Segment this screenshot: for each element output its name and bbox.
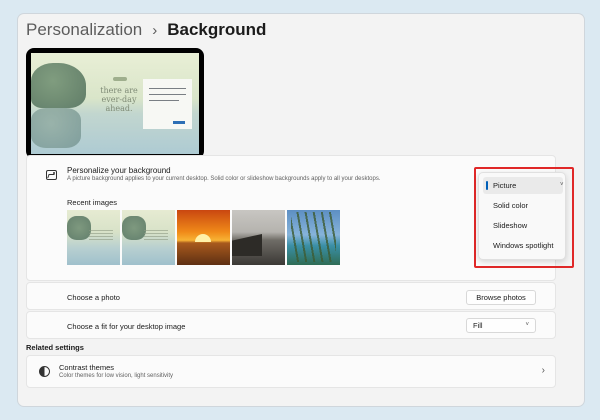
contrast-themes-description: Color themes for low vision, light sensi… [59, 373, 174, 379]
chevron-right-icon: › [541, 365, 545, 376]
fit-value: Fill [473, 321, 483, 330]
breadcrumb-separator: › [152, 21, 158, 39]
breadcrumb-personalization[interactable]: Personalization [26, 20, 142, 40]
preview-app-window [143, 79, 192, 129]
recent-images-list [67, 210, 340, 265]
preview-wallpaper-text: there are ever-day ahead. [100, 86, 138, 113]
settings-window: Personalization › Background there are e… [18, 14, 584, 406]
preview-line [149, 88, 186, 89]
preview-line [149, 94, 186, 95]
menu-item-label: Slideshow [493, 221, 528, 230]
preview-pill [113, 77, 127, 81]
menu-item-picture[interactable]: Picture [483, 177, 563, 194]
menu-item-windows-spotlight[interactable]: Windows spotlight [483, 237, 563, 254]
picture-icon [46, 170, 57, 180]
background-type-menu: Picture Solid color Slideshow Windows sp… [478, 172, 566, 260]
chevron-down-icon: ˅ [560, 182, 564, 188]
recent-image-tree-lake[interactable] [67, 210, 120, 265]
preview-reflection-shape [31, 108, 81, 148]
recent-image-palm-beach[interactable] [287, 210, 340, 265]
recent-images-label: Recent images [67, 198, 118, 207]
menu-item-label: Picture [493, 181, 517, 190]
menu-item-slideshow[interactable]: Slideshow [483, 217, 563, 234]
desktop-preview: there are ever-day ahead. [26, 48, 204, 159]
recent-image-rocky-coast[interactable] [232, 210, 285, 265]
breadcrumb: Personalization › Background [26, 20, 266, 40]
contrast-themes-title: Contrast themes [59, 363, 115, 372]
personalize-title: Personalize your background [67, 166, 171, 175]
browse-photos-button[interactable]: Browse photos [466, 290, 536, 305]
preview-tree-shape [31, 63, 86, 108]
related-settings-heading: Related settings [26, 343, 84, 352]
choose-fit-row: Choose a fit for your desktop image Fill… [26, 311, 556, 339]
recent-image-tree-lake[interactable] [122, 210, 175, 265]
preview-line [149, 100, 179, 101]
page-title: Background [167, 20, 267, 39]
menu-item-label: Windows spotlight [493, 241, 554, 250]
contrast-themes-row[interactable]: Contrast themes Color themes for low vis… [26, 355, 556, 388]
preview-button [173, 121, 185, 124]
selection-indicator [486, 181, 488, 190]
choose-fit-label: Choose a fit for your desktop image [67, 322, 186, 331]
personalize-description: A picture background applies to your cur… [67, 176, 381, 182]
desktop-preview-image: there are ever-day ahead. [31, 53, 199, 154]
choose-photo-row: Choose a photo Browse photos [26, 282, 556, 310]
chevron-down-icon: ˅ [525, 322, 529, 328]
choose-photo-label: Choose a photo [67, 293, 120, 302]
menu-item-label: Solid color [493, 201, 529, 210]
recent-image-sunset[interactable] [177, 210, 230, 265]
contrast-icon [39, 366, 50, 377]
fit-dropdown[interactable]: Fill ˅ [466, 318, 536, 333]
menu-item-solid-color[interactable]: Solid color [483, 197, 563, 214]
